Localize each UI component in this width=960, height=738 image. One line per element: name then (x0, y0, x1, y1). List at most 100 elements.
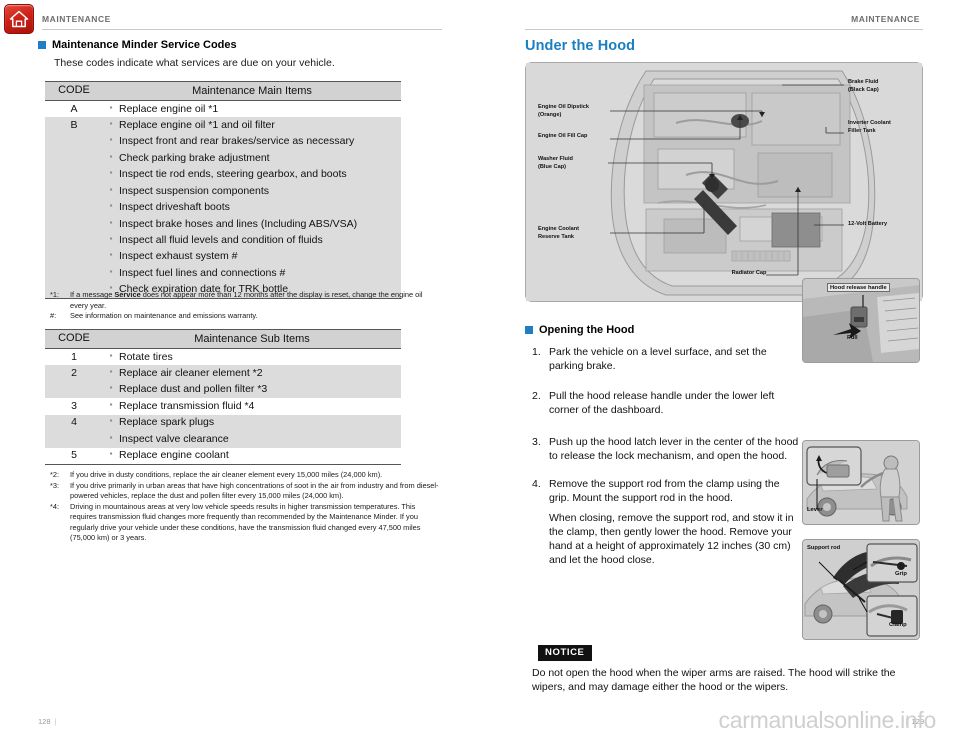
step-number: 2. (532, 390, 541, 403)
table-row: ▪ Inspect tie rod ends, steering gearbox… (45, 166, 401, 184)
label-washer-fluid: Washer Fluid (Blue Cap) (538, 156, 573, 170)
item-bullet-icon: ▪ (103, 166, 119, 184)
maintenance-main-items-table: CODE Maintenance Main Items A ▪ Replace … (45, 81, 401, 300)
label-brake-fluid: Brake Fluid (Black Cap) (848, 79, 879, 93)
footnote-3-star: *3: If you drive primarily in urban area… (50, 481, 440, 502)
step-number: 1. (532, 346, 541, 358)
item-bullet-icon: ▪ (103, 100, 119, 118)
table-row: B ▪ Replace engine oil *1 and oil filter (45, 117, 401, 134)
table-header-row: CODE Maintenance Main Items (45, 81, 401, 101)
item-cell: Replace engine coolant (119, 447, 401, 466)
page-title: Under the Hood (525, 38, 636, 54)
table-row: ▪ Inspect valve clearance (45, 431, 401, 448)
sub-table-footnotes: *2: If you drive in dusty conditions, re… (50, 470, 440, 544)
footnote-2: #: See information on maintenance and em… (50, 311, 430, 322)
table-row: ▪ Inspect brake hoses and lines (Includi… (45, 216, 401, 233)
manual-page-spread: MAINTENANCE Maintenance Minder Service C… (0, 0, 960, 738)
photo-caption-grip: Grip (895, 571, 907, 577)
code-cell-empty (45, 232, 103, 249)
item-cell: Inspect all fluid levels and condition o… (119, 232, 401, 249)
code-cell: 4 (45, 414, 103, 432)
code-cell-empty (45, 216, 103, 233)
item-bullet-icon: ▪ (103, 150, 119, 167)
table-row: A ▪ Replace engine oil *1 (45, 100, 401, 118)
item-cell: Replace engine oil *1 (119, 100, 401, 118)
notice-body: Do not open the hood when the wiper arms… (532, 667, 896, 694)
intro-paragraph: These codes indicate what services are d… (54, 57, 335, 69)
item-bullet-icon: ▪ (103, 398, 119, 415)
code-cell-empty (45, 183, 103, 200)
item-bullet-icon: ▪ (103, 381, 119, 399)
item-cell: Inspect driveshaft boots (119, 199, 401, 217)
header-rule-left (42, 29, 442, 30)
hood-latch-lever-photo: Lever (802, 440, 920, 525)
item-cell: Rotate tires (119, 348, 401, 366)
footnote-1: *1: If a message Service does not appear… (50, 290, 430, 311)
item-bullet-icon: ▪ (103, 232, 119, 249)
table-row: 4 ▪ Replace spark plugs (45, 414, 401, 432)
item-cell: Inspect valve clearance (119, 431, 401, 448)
code-cell-empty (45, 199, 103, 217)
column-header-main-items: Maintenance Main Items (103, 81, 401, 101)
code-cell: 5 (45, 447, 103, 466)
table-row: ▪ Inspect exhaust system # (45, 248, 401, 266)
table-row: 5 ▪ Replace engine coolant (45, 447, 401, 466)
table-row: ▪ Inspect suspension components (45, 183, 401, 200)
item-bullet-icon: ▪ (103, 431, 119, 448)
step-2: 2. Pull the hood release handle under th… (532, 389, 800, 417)
table-row: 3 ▪ Replace transmission fluid *4 (45, 398, 401, 415)
table-header-row: CODE Maintenance Sub Items (45, 329, 401, 349)
label-engine-oil-fill-cap: Engine Oil Fill Cap (538, 133, 588, 139)
footnote-key: *2: (50, 470, 60, 479)
code-cell-empty (45, 431, 103, 448)
code-cell-empty (45, 133, 103, 151)
footnote-text: If a message Service does not appear mor… (70, 290, 430, 311)
code-cell-empty (45, 248, 103, 266)
running-head-right: MAINTENANCE (851, 14, 920, 24)
table-row: 2 ▪ Replace air cleaner element *2 (45, 365, 401, 382)
page-folio-left: 128 | (38, 717, 57, 726)
table-row: ▪ Replace dust and pollen filter *3 (45, 381, 401, 399)
item-cell: Inspect front and rear brakes/service as… (119, 133, 401, 151)
running-head-left: MAINTENANCE (42, 14, 111, 24)
code-cell-empty (45, 381, 103, 399)
step-number: 4. (532, 478, 541, 491)
item-cell: Replace spark plugs (119, 414, 401, 432)
header-rule-right (525, 29, 923, 30)
table-row: ▪ Inspect fuel lines and connections # (45, 265, 401, 282)
main-table-footnotes: *1: If a message Service does not appear… (50, 290, 430, 322)
step-1: 1. Park the vehicle on a level surface, … (532, 345, 800, 373)
step-3: 3. Push up the hood latch lever in the c… (532, 435, 800, 463)
code-cell: A (45, 100, 103, 118)
item-bullet-icon: ▪ (103, 183, 119, 200)
engine-bay-illustration (526, 63, 922, 301)
item-bullet-icon: ▪ (103, 216, 119, 233)
item-bullet-icon: ▪ (103, 365, 119, 382)
table-row: ▪ Inspect driveshaft boots (45, 199, 401, 217)
footnote-key: *4: (50, 501, 60, 511)
footnote-key: *3: (50, 480, 60, 490)
hood-release-handle-photo: Hood release handle Pull (802, 278, 920, 363)
code-cell-empty (45, 265, 103, 282)
step-4-continuation: When closing, remove the support rod, an… (549, 511, 794, 566)
item-bullet-icon: ▪ (103, 414, 119, 432)
item-cell: Inspect brake hoses and lines (Including… (119, 216, 401, 233)
section-heading-service-codes: Maintenance Minder Service Codes (38, 39, 237, 51)
notice-tag: NOTICE (538, 645, 592, 661)
step-text: Park the vehicle on a level surface, and… (549, 346, 767, 373)
site-watermark: carmanualsonline.info (718, 707, 937, 733)
step-number: 3. (532, 436, 541, 449)
table-row: 1 ▪ Rotate tires (45, 348, 401, 366)
table-row: ▪ Inspect front and rear brakes/service … (45, 133, 401, 151)
item-bullet-icon: ▪ (103, 265, 119, 282)
table-row: ▪ Inspect all fluid levels and condition… (45, 232, 401, 249)
item-cell: Inspect fuel lines and connections # (119, 265, 401, 282)
column-header-code: CODE (45, 329, 103, 349)
photo-caption-lever: Lever (807, 507, 823, 513)
footnote-text: If you drive primarily in urban areas th… (70, 480, 439, 501)
subsection-heading-opening-the-hood: Opening the Hood (525, 324, 634, 336)
code-cell: B (45, 117, 103, 134)
blue-square-bullet-icon (525, 326, 533, 334)
page-number-left: 128 (38, 717, 51, 726)
item-cell: Inspect exhaust system # (119, 248, 401, 266)
